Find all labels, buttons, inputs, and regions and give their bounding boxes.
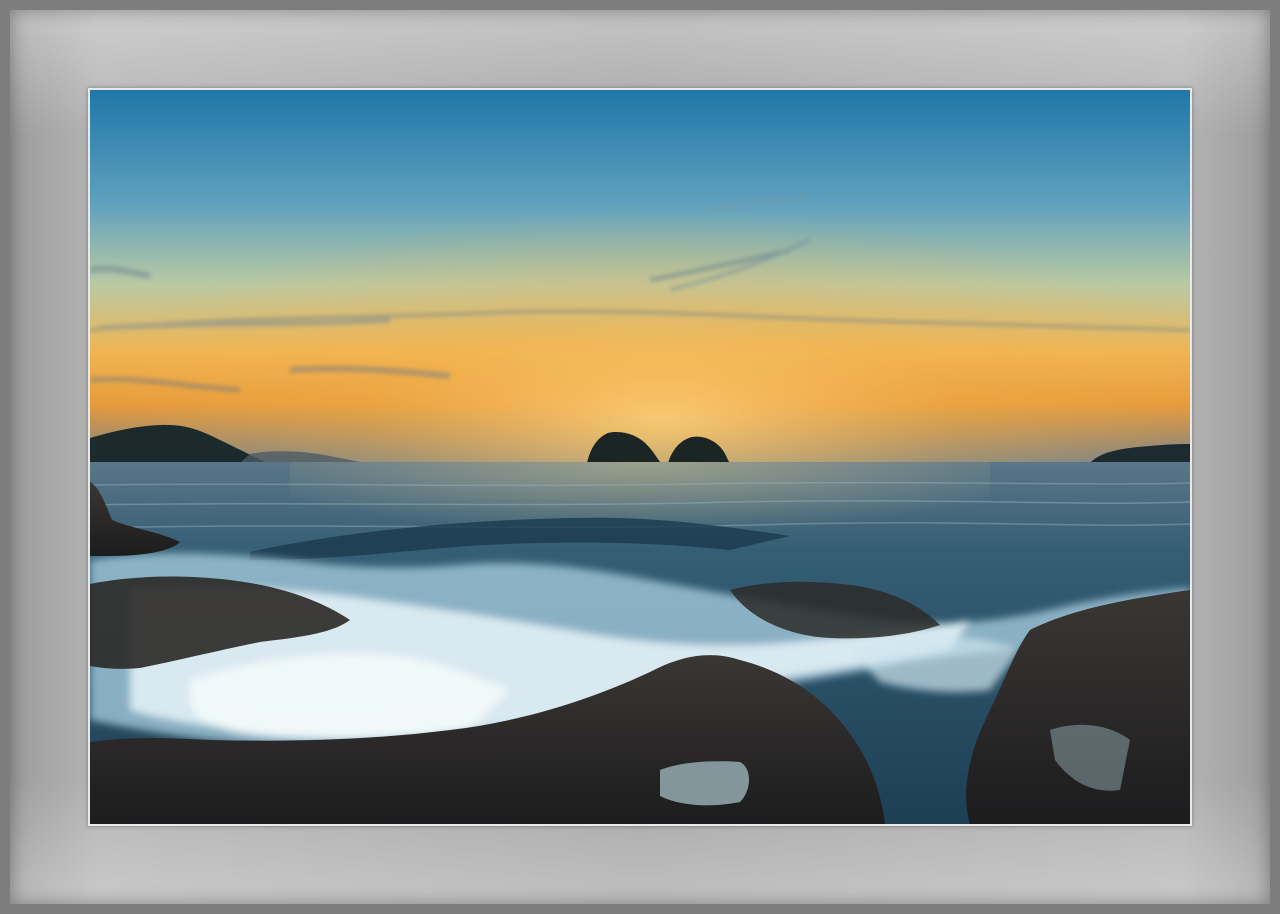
sunset-seascape-photo [90,90,1190,824]
outer-frame [0,0,1280,914]
